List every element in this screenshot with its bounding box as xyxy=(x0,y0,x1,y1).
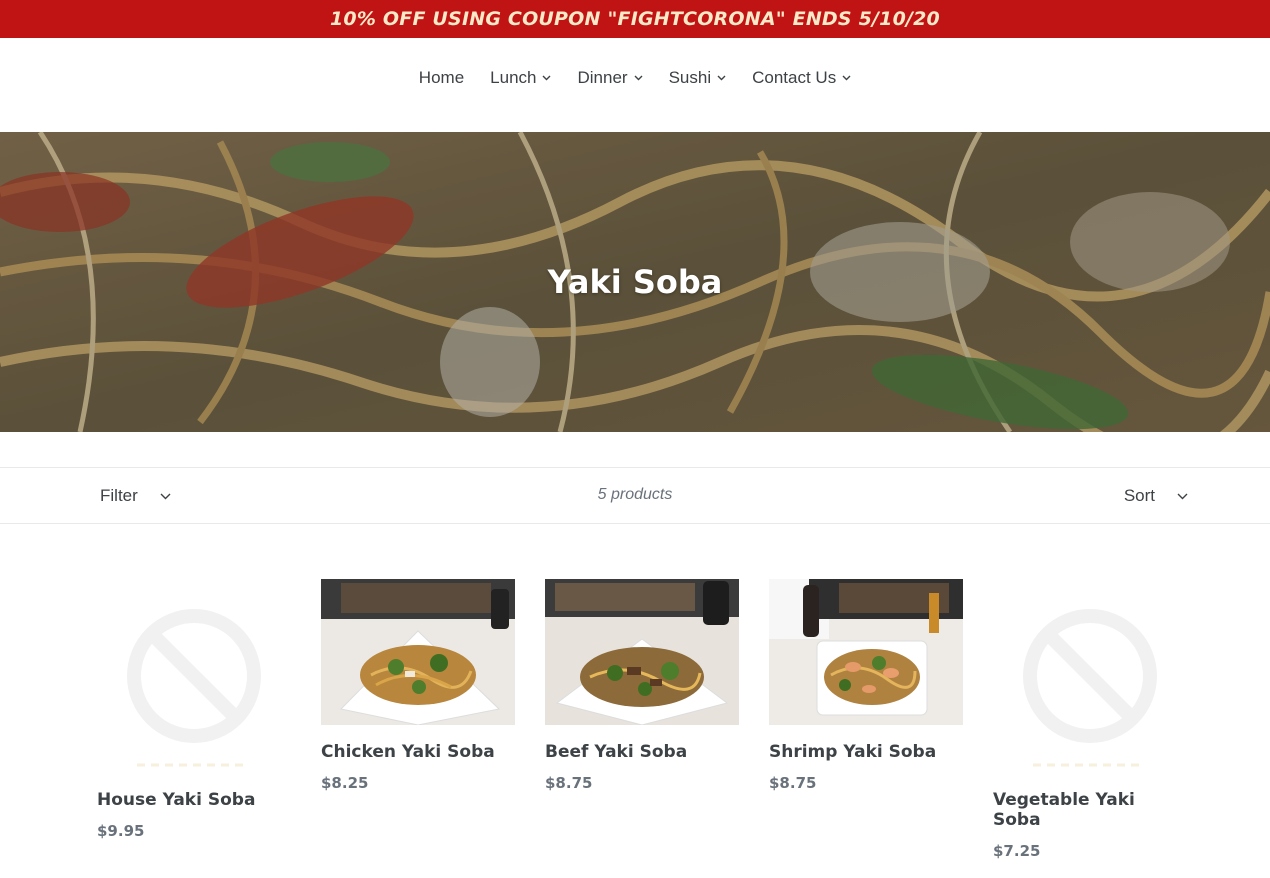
product-price: $8.75 xyxy=(545,774,593,792)
product-card[interactable]: House Yaki Soba $9.95 xyxy=(97,579,291,840)
product-price: $8.25 xyxy=(321,774,369,792)
product-image[interactable] xyxy=(545,579,739,725)
food-photo xyxy=(769,579,963,725)
main-nav: Home Lunch Dinner Sushi Contact Us xyxy=(0,38,1270,132)
product-price: $9.95 xyxy=(97,822,145,840)
placeholder-icon xyxy=(1023,609,1157,767)
product-title[interactable]: Beef Yaki Soba xyxy=(545,742,739,762)
product-card[interactable]: Shrimp Yaki Soba $8.75 xyxy=(769,579,963,792)
nav-sushi[interactable]: Sushi xyxy=(656,68,740,88)
nav-home-label: Home xyxy=(418,68,465,87)
product-image-placeholder[interactable] xyxy=(993,579,1187,773)
product-count: 5 products xyxy=(597,486,673,503)
product-card[interactable]: Chicken Yaki Soba $8.25 xyxy=(321,579,515,792)
nav-dinner[interactable]: Dinner xyxy=(564,68,655,88)
chevron-down-icon xyxy=(634,75,643,81)
nav-dinner-label: Dinner xyxy=(577,68,628,87)
chevron-down-icon xyxy=(1177,493,1188,500)
nav-sushi-label: Sushi xyxy=(668,68,712,87)
product-title[interactable]: House Yaki Soba xyxy=(97,790,291,810)
collection-toolbar: Filter 5 products Sort xyxy=(0,467,1270,524)
nav-lunch[interactable]: Lunch xyxy=(477,68,564,88)
product-price: $8.75 xyxy=(769,774,817,792)
sort-label: Sort xyxy=(1123,486,1155,505)
chevron-down-icon xyxy=(717,75,726,81)
product-title[interactable]: Vegetable Yaki Soba xyxy=(993,790,1187,830)
announcement-text: 10% OFF USING COUPON "FIGHTCORONA" ENDS … xyxy=(330,8,940,30)
product-price: $7.25 xyxy=(993,842,1041,860)
product-card[interactable]: Beef Yaki Soba $8.75 xyxy=(545,579,739,792)
chevron-down-icon xyxy=(842,75,851,81)
chevron-down-icon xyxy=(542,75,551,81)
nav-home[interactable]: Home xyxy=(406,68,477,88)
nav-lunch-label: Lunch xyxy=(490,68,537,87)
product-title[interactable]: Chicken Yaki Soba xyxy=(321,742,515,762)
product-title[interactable]: Shrimp Yaki Soba xyxy=(769,742,963,762)
nav-contact-us-label: Contact Us xyxy=(752,68,837,87)
nav-contact-us[interactable]: Contact Us xyxy=(739,68,864,88)
food-photo xyxy=(545,579,739,725)
collection-title: Yaki Soba xyxy=(547,263,723,301)
food-photo xyxy=(321,579,515,725)
product-image[interactable] xyxy=(321,579,515,725)
collection-hero: Yaki Soba xyxy=(0,132,1270,432)
announcement-bar: 10% OFF USING COUPON "FIGHTCORONA" ENDS … xyxy=(0,0,1270,38)
product-image-placeholder[interactable] xyxy=(97,579,291,773)
product-image[interactable] xyxy=(769,579,963,725)
placeholder-icon xyxy=(127,609,261,767)
sort-select[interactable]: Sort xyxy=(1124,486,1188,506)
product-card[interactable]: Vegetable Yaki Soba $7.25 xyxy=(993,579,1187,860)
